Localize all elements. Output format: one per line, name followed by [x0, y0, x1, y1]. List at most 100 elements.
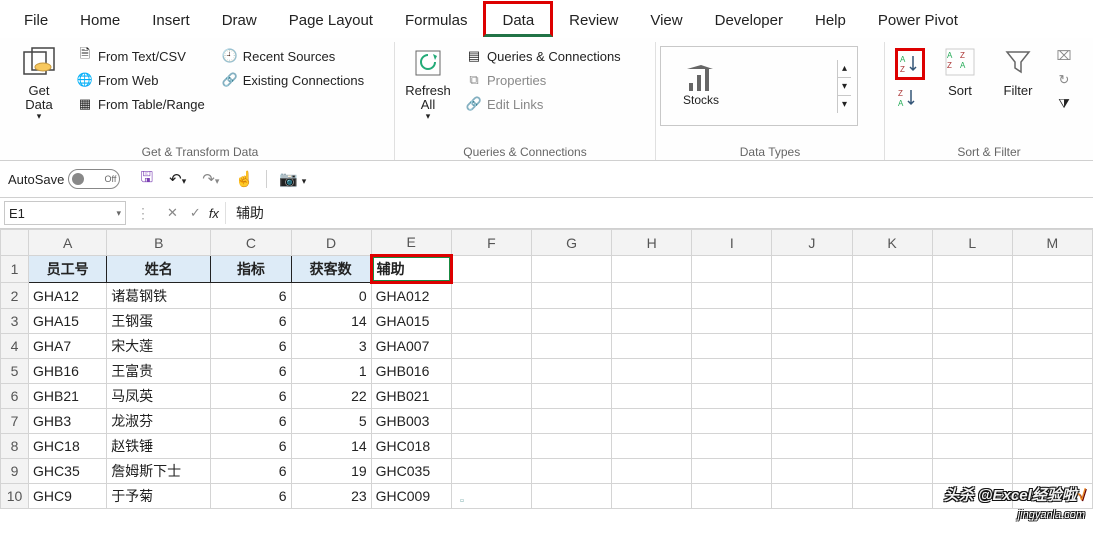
- tab-developer[interactable]: Developer: [699, 4, 799, 34]
- row-header[interactable]: 4: [1, 334, 29, 359]
- sort-descending-button[interactable]: ZA: [895, 86, 925, 110]
- cell[interactable]: 0: [291, 283, 371, 309]
- touch-mode-button[interactable]: ☝: [227, 170, 262, 188]
- refresh-all-button[interactable]: Refresh All ▾: [399, 42, 457, 143]
- row-header[interactable]: 7: [1, 409, 29, 434]
- cell[interactable]: 赵铁锤: [107, 434, 211, 459]
- col-header[interactable]: H: [612, 230, 692, 256]
- col-header[interactable]: J: [772, 230, 852, 256]
- cell[interactable]: 6: [211, 309, 291, 334]
- cell[interactable]: 王钢蛋: [107, 309, 211, 334]
- col-header[interactable]: I: [692, 230, 772, 256]
- save-button[interactable]: 🖫: [132, 167, 161, 192]
- cell[interactable]: 6: [211, 409, 291, 434]
- datatypes-gallery[interactable]: Stocks ▴ ▾ ▾: [660, 46, 858, 126]
- cell[interactable]: 3: [291, 334, 371, 359]
- tab-help[interactable]: Help: [799, 4, 862, 34]
- from-text-csv-button[interactable]: 🗎 From Text/CSV: [74, 44, 207, 68]
- col-header[interactable]: B: [107, 230, 211, 256]
- from-web-button[interactable]: 🌐 From Web: [74, 68, 207, 92]
- cell[interactable]: 王富贵: [107, 359, 211, 384]
- col-header[interactable]: G: [531, 230, 611, 256]
- queries-connections-button[interactable]: ▤ Queries & Connections: [463, 44, 623, 68]
- col-header[interactable]: D: [291, 230, 371, 256]
- cell[interactable]: 诸葛钢铁: [107, 283, 211, 309]
- cell[interactable]: GHA007: [371, 334, 451, 359]
- cell[interactable]: GHB021: [371, 384, 451, 409]
- cell[interactable]: 1: [291, 359, 371, 384]
- user-header-cell[interactable]: 获客数: [291, 256, 371, 283]
- cell[interactable]: 19: [291, 459, 371, 484]
- cell[interactable]: 6: [211, 459, 291, 484]
- gallery-down-icon[interactable]: ▾: [838, 78, 851, 96]
- row-header[interactable]: 9: [1, 459, 29, 484]
- cell[interactable]: GHB003: [371, 409, 451, 434]
- tab-data[interactable]: Data: [483, 1, 553, 37]
- col-header[interactable]: L: [932, 230, 1012, 256]
- advanced-filter-button[interactable]: ⧩: [1053, 92, 1079, 116]
- cell[interactable]: GHB3: [29, 409, 107, 434]
- tab-review[interactable]: Review: [553, 4, 634, 34]
- datatype-stocks[interactable]: Stocks: [671, 65, 731, 107]
- tab-home[interactable]: Home: [64, 4, 136, 34]
- cell[interactable]: 6: [211, 384, 291, 409]
- tab-draw[interactable]: Draw: [206, 4, 273, 34]
- active-cell[interactable]: 辅助: [371, 256, 451, 283]
- cell[interactable]: 6: [211, 484, 291, 509]
- autosave-toggle[interactable]: Off: [68, 169, 120, 189]
- cell[interactable]: GHC035: [371, 459, 451, 484]
- col-header[interactable]: M: [1012, 230, 1092, 256]
- cell[interactable]: GHC9: [29, 484, 107, 509]
- cell[interactable]: GHB21: [29, 384, 107, 409]
- cell[interactable]: GHC009: [371, 484, 451, 509]
- cell[interactable]: GHA12: [29, 283, 107, 309]
- from-table-range-button[interactable]: ▦ From Table/Range: [74, 92, 207, 116]
- row-header[interactable]: 10: [1, 484, 29, 509]
- cancel-formula-button[interactable]: ✕: [161, 205, 184, 221]
- col-header[interactable]: A: [29, 230, 107, 256]
- sort-button[interactable]: AZZA Sort: [931, 42, 989, 143]
- select-all-corner[interactable]: [1, 230, 29, 256]
- cell[interactable]: 14: [291, 434, 371, 459]
- sort-ascending-button[interactable]: AZ: [895, 48, 925, 80]
- cell[interactable]: 6: [211, 283, 291, 309]
- recent-sources-button[interactable]: 🕘 Recent Sources: [219, 44, 366, 68]
- existing-connections-button[interactable]: 🔗 Existing Connections: [219, 68, 366, 92]
- col-header[interactable]: K: [852, 230, 932, 256]
- split-handle[interactable]: ⋮: [126, 205, 161, 222]
- user-header-cell[interactable]: 员工号: [29, 256, 107, 283]
- cell[interactable]: 于予菊: [107, 484, 211, 509]
- cell[interactable]: 5: [291, 409, 371, 434]
- gallery-nav[interactable]: ▴ ▾ ▾: [837, 60, 851, 113]
- cell[interactable]: GHC35: [29, 459, 107, 484]
- cell[interactable]: GHA7: [29, 334, 107, 359]
- col-header[interactable]: C: [211, 230, 291, 256]
- cell[interactable]: 宋大莲: [107, 334, 211, 359]
- properties-button[interactable]: ⧉ Properties: [463, 68, 623, 92]
- cell[interactable]: 6: [211, 434, 291, 459]
- cell[interactable]: GHB16: [29, 359, 107, 384]
- clear-filter-button[interactable]: ⌧: [1053, 44, 1079, 68]
- row-header[interactable]: 3: [1, 309, 29, 334]
- formula-input[interactable]: 辅助: [225, 202, 1093, 224]
- tab-insert[interactable]: Insert: [136, 4, 206, 34]
- row-header[interactable]: 8: [1, 434, 29, 459]
- camera-button[interactable]: 📷▾: [271, 170, 314, 188]
- tab-file[interactable]: File: [8, 4, 64, 34]
- cell[interactable]: GHC18: [29, 434, 107, 459]
- cell[interactable]: GHA015: [371, 309, 451, 334]
- sheet-grid[interactable]: A B C D E F G H I J K L M 1 员工号 姓名 指标 获客…: [0, 229, 1093, 509]
- cell[interactable]: GHC018: [371, 434, 451, 459]
- gallery-up-icon[interactable]: ▴: [838, 60, 851, 78]
- row-header[interactable]: 5: [1, 359, 29, 384]
- edit-links-button[interactable]: 🔗 Edit Links: [463, 92, 623, 116]
- fx-label[interactable]: fx: [207, 206, 225, 221]
- row-header[interactable]: 2: [1, 283, 29, 309]
- col-header[interactable]: F: [451, 230, 531, 256]
- reapply-filter-button[interactable]: ↻: [1053, 68, 1079, 92]
- cell[interactable]: 詹姆斯下士: [107, 459, 211, 484]
- tab-power-pivot[interactable]: Power Pivot: [862, 4, 974, 34]
- row-header[interactable]: 1: [1, 256, 29, 283]
- cell[interactable]: GHB016: [371, 359, 451, 384]
- tab-page-layout[interactable]: Page Layout: [273, 4, 389, 34]
